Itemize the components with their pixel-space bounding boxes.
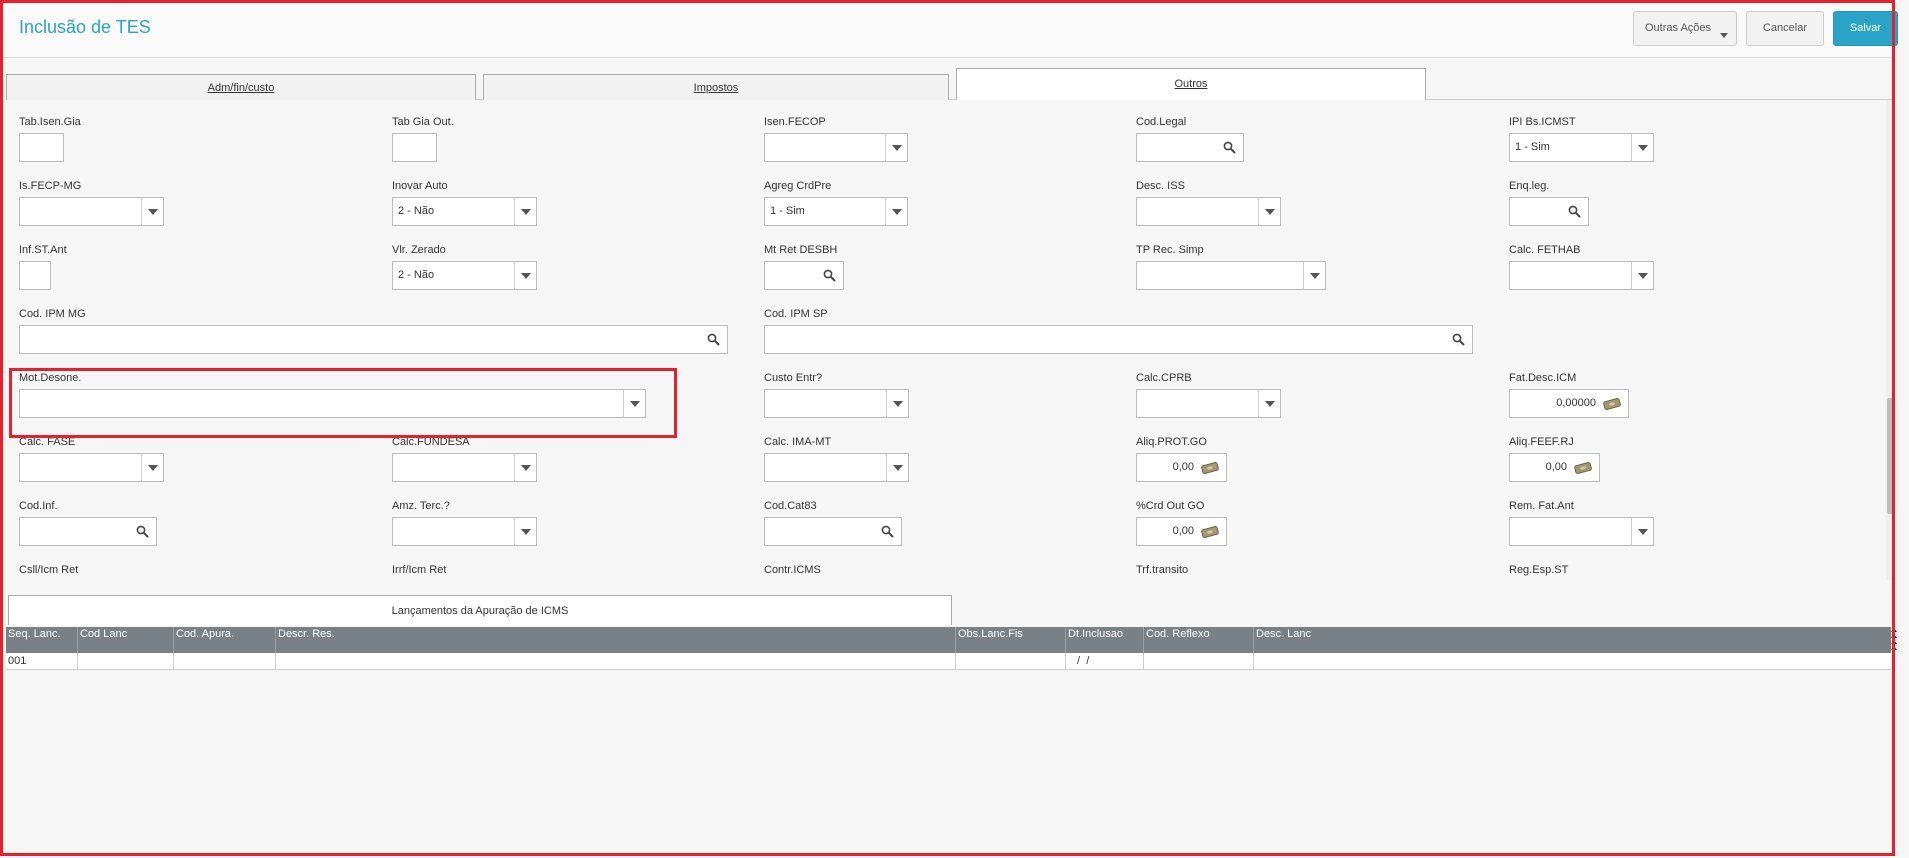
calc-fundesa-select[interactable] [392,453,537,482]
search-icon[interactable] [1568,205,1581,218]
cod-legal-input[interactable] [1136,133,1244,162]
crd-out-go-input[interactable]: 0,00 [1136,517,1227,546]
form-area: Tab.Isen.Gia Tab Gia Out. Isen.FECOP Cod… [6,100,1886,580]
column-header[interactable]: Dt.Inclusao [1066,627,1144,653]
trf-transito-label: Trf.transito [1136,564,1189,576]
calculator-icon[interactable] [1200,462,1220,474]
amz-terc-select[interactable] [392,517,537,546]
search-icon[interactable] [823,269,836,282]
calc-cprb-select[interactable] [1136,389,1281,418]
chevron-down-icon[interactable] [886,454,908,481]
isen-fecop-select[interactable] [764,133,908,162]
cod-inf-input[interactable] [19,517,157,546]
ipi-bs-icmst-select[interactable]: 1 - Sim [1509,133,1654,162]
table-cell[interactable] [1254,653,1891,669]
scrollbar-thumb[interactable] [1887,398,1894,514]
mot-desone-select[interactable] [19,389,646,418]
is-fecp-mg-select[interactable] [19,197,164,226]
contr-icms-label: Contr.ICMS [764,564,821,576]
chevron-down-icon[interactable] [514,262,536,289]
column-header[interactable]: Cod Lanc [78,627,174,653]
table-cell[interactable] [78,653,174,669]
header-bar: Inclusão de TES Outras Ações Cancelar Sa… [0,0,1898,58]
aliq-prot-go-input[interactable]: 0,00 [1136,453,1227,482]
chevron-down-icon[interactable] [514,198,536,225]
save-button[interactable]: Salvar [1833,11,1898,46]
chevron-down-icon[interactable] [141,454,163,481]
mt-ret-desbh-input[interactable] [764,261,844,290]
column-header[interactable]: Cod. Apura. [174,627,276,653]
aliq-feef-rj-input[interactable]: 0,00 [1509,453,1600,482]
cancel-button[interactable]: Cancelar [1746,11,1824,46]
chevron-down-icon[interactable] [1631,134,1653,161]
tp-rec-simp-select[interactable] [1136,261,1326,290]
folder-tabs: Adm/fin/custo Impostos Outros [6,66,1894,100]
reg-esp-st-label: Reg.Esp.ST [1509,564,1569,576]
grid-header: Seq. Lanc. Cod Lanc Cod. Apura. Descr. R… [6,627,1891,653]
more-actions-button[interactable]: Outras Ações [1633,11,1737,46]
calculator-icon[interactable] [1573,462,1593,474]
column-header[interactable]: Seq. Lanc. [6,627,78,653]
inf-st-ant-input[interactable] [19,261,51,290]
chevron-down-icon[interactable] [623,390,645,417]
search-icon[interactable] [881,525,894,538]
column-header[interactable]: Obs.Lanc.Fis [956,627,1066,653]
grid-scroll-arrows-icon[interactable] [1891,627,1897,671]
table-cell[interactable] [276,653,956,669]
search-icon[interactable] [136,525,149,538]
calculator-icon[interactable] [1200,526,1220,538]
page-title: Inclusão de TES [19,17,151,37]
column-header[interactable]: Desc. Lanc [1254,627,1891,653]
tab-lancamentos-icms[interactable]: Lançamentos da Apuração de ICMS [8,595,952,625]
table-row[interactable]: 001 / / [6,653,1891,670]
lancamentos-grid: Seq. Lanc. Cod Lanc Cod. Apura. Descr. R… [6,627,1891,670]
table-cell[interactable] [956,653,1066,669]
chevron-down-icon[interactable] [886,390,908,417]
table-cell[interactable]: / / [1066,653,1144,669]
chevron-down-icon[interactable] [1258,390,1280,417]
chevron-down-icon[interactable] [514,454,536,481]
chevron-down-icon [1720,33,1728,38]
table-cell[interactable] [174,653,276,669]
tab-gia-out-input[interactable] [392,133,437,162]
cod-ipm-sp-input[interactable] [764,325,1473,354]
agreg-crdpre-select[interactable]: 1 - Sim [764,197,908,226]
chevron-down-icon[interactable] [1631,262,1653,289]
custo-entr-select[interactable] [764,389,909,418]
chevron-down-icon[interactable] [1303,262,1325,289]
more-actions-label: Outras Ações [1645,22,1712,34]
csll-icm-ret-label: Csll/Icm Ret [19,564,79,576]
search-icon[interactable] [1452,333,1465,346]
tab-impostos[interactable]: Impostos [483,74,949,100]
inovar-auto-select[interactable]: 2 - Não [392,197,537,226]
calc-fase-select[interactable] [19,453,164,482]
table-cell[interactable] [1144,653,1254,669]
calc-fethab-select[interactable] [1509,261,1654,290]
chevron-down-icon[interactable] [1631,518,1653,545]
search-icon[interactable] [707,333,720,346]
tab-isen-gia-input[interactable] [19,133,64,162]
chevron-down-icon[interactable] [141,198,163,225]
cod-cat83-input[interactable] [764,517,902,546]
form-scrollbar[interactable] [1886,100,1895,580]
column-header[interactable]: Descr. Res. [276,627,956,653]
rem-fat-ant-select[interactable] [1509,517,1654,546]
chevron-down-icon[interactable] [1258,198,1280,225]
column-header[interactable]: Cod. Reflexo [1144,627,1254,653]
tab-outros[interactable]: Outros [956,68,1426,100]
tab-adm-fin-custo[interactable]: Adm/fin/custo [6,74,476,100]
chevron-down-icon[interactable] [514,518,536,545]
desc-iss-select[interactable] [1136,197,1281,226]
chevron-down-icon[interactable] [885,134,907,161]
vlr-zerado-select[interactable]: 2 - Não [392,261,537,290]
calculator-icon[interactable] [1602,398,1622,410]
irrf-icm-ret-label: Irrf/Icm Ret [392,564,447,576]
fat-desc-icm-input[interactable]: 0,00000 [1509,389,1629,418]
table-cell[interactable]: 001 [6,653,78,669]
search-icon[interactable] [1223,141,1236,154]
calc-ima-mt-select[interactable] [764,453,909,482]
enq-leg-input[interactable] [1509,197,1589,226]
chevron-down-icon[interactable] [885,198,907,225]
cod-ipm-mg-input[interactable] [19,325,728,354]
